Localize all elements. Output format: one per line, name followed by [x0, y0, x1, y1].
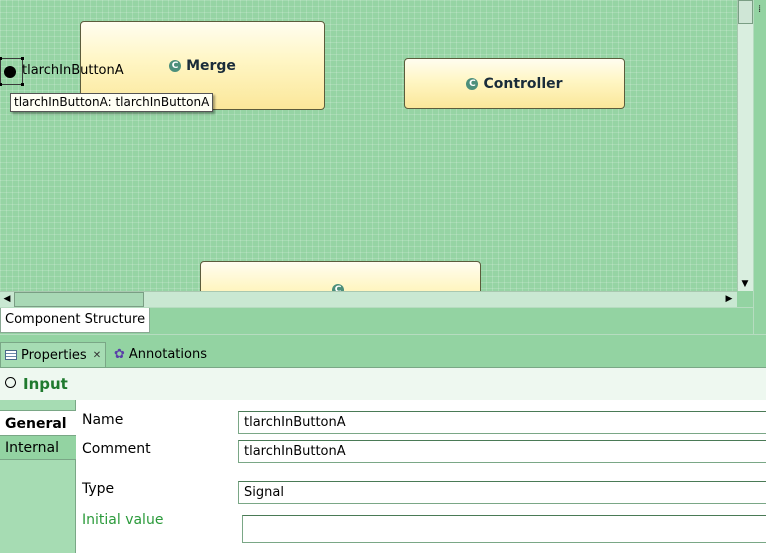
right-rail	[753, 0, 766, 334]
selection-handle[interactable]	[0, 57, 2, 60]
type-select[interactable]: Signal	[238, 481, 766, 504]
controller-block[interactable]: C Controller	[404, 58, 625, 109]
selection-handle[interactable]	[21, 83, 24, 86]
tab-properties-label: Properties	[21, 347, 87, 363]
tab-annotations[interactable]: ✿ Annotations	[110, 342, 211, 367]
scroll-down-arrow-icon[interactable]: ▼	[737, 276, 753, 292]
class-c-icon: C	[332, 284, 344, 291]
port-label: tlarchInButtonA	[22, 63, 124, 78]
selection-handle[interactable]	[21, 57, 24, 60]
tab-component-structure[interactable]: Component Structure	[0, 308, 151, 333]
comment-field[interactable]: tlarchInButtonA	[238, 440, 766, 463]
properties-header	[0, 368, 766, 400]
tab-properties[interactable]: Properties ✕	[0, 342, 107, 367]
name-field[interactable]: tlarchInButtonA	[238, 411, 766, 434]
type-label: Type	[82, 481, 115, 497]
tab-annotations-label: Annotations	[128, 347, 207, 362]
scrollbar-corner	[737, 291, 753, 307]
side-tab-general[interactable]: General	[0, 410, 77, 436]
side-tab-internal[interactable]: Internal	[0, 436, 76, 460]
merge-block-label: Merge	[186, 57, 236, 74]
rail-edge-icon: ⁞	[758, 4, 762, 15]
class-c-icon: C	[169, 59, 182, 72]
class-c-icon: C	[466, 77, 479, 90]
port-tooltip: tlarchInButtonA: tlarchInButtonA	[10, 93, 214, 112]
initial-value-label: Initial value	[82, 512, 164, 528]
properties-list-icon	[5, 350, 17, 360]
vertical-scroll-thumb[interactable]	[738, 0, 753, 24]
initial-value-field[interactable]	[242, 515, 766, 543]
bottom-block[interactable]: C	[200, 261, 481, 291]
vertical-scrollbar[interactable]	[737, 0, 753, 291]
properties-title: Input	[23, 375, 68, 393]
name-label: Name	[82, 412, 124, 428]
horizontal-scroll-thumb[interactable]	[14, 292, 144, 307]
diagram-canvas[interactable]: C Merge C Controller C tlarchInButtonA t…	[0, 0, 737, 291]
close-icon[interactable]: ✕	[93, 350, 101, 361]
input-port-dot[interactable]	[4, 66, 16, 78]
selection-handle[interactable]	[0, 83, 2, 86]
scroll-left-arrow-icon[interactable]: ◀	[0, 291, 14, 307]
gear-icon: ✿	[114, 347, 125, 362]
input-circle-icon	[5, 377, 16, 388]
scroll-right-arrow-icon[interactable]: ▶	[721, 291, 737, 307]
comment-label: Comment	[82, 441, 151, 457]
controller-block-label: Controller	[483, 75, 563, 92]
